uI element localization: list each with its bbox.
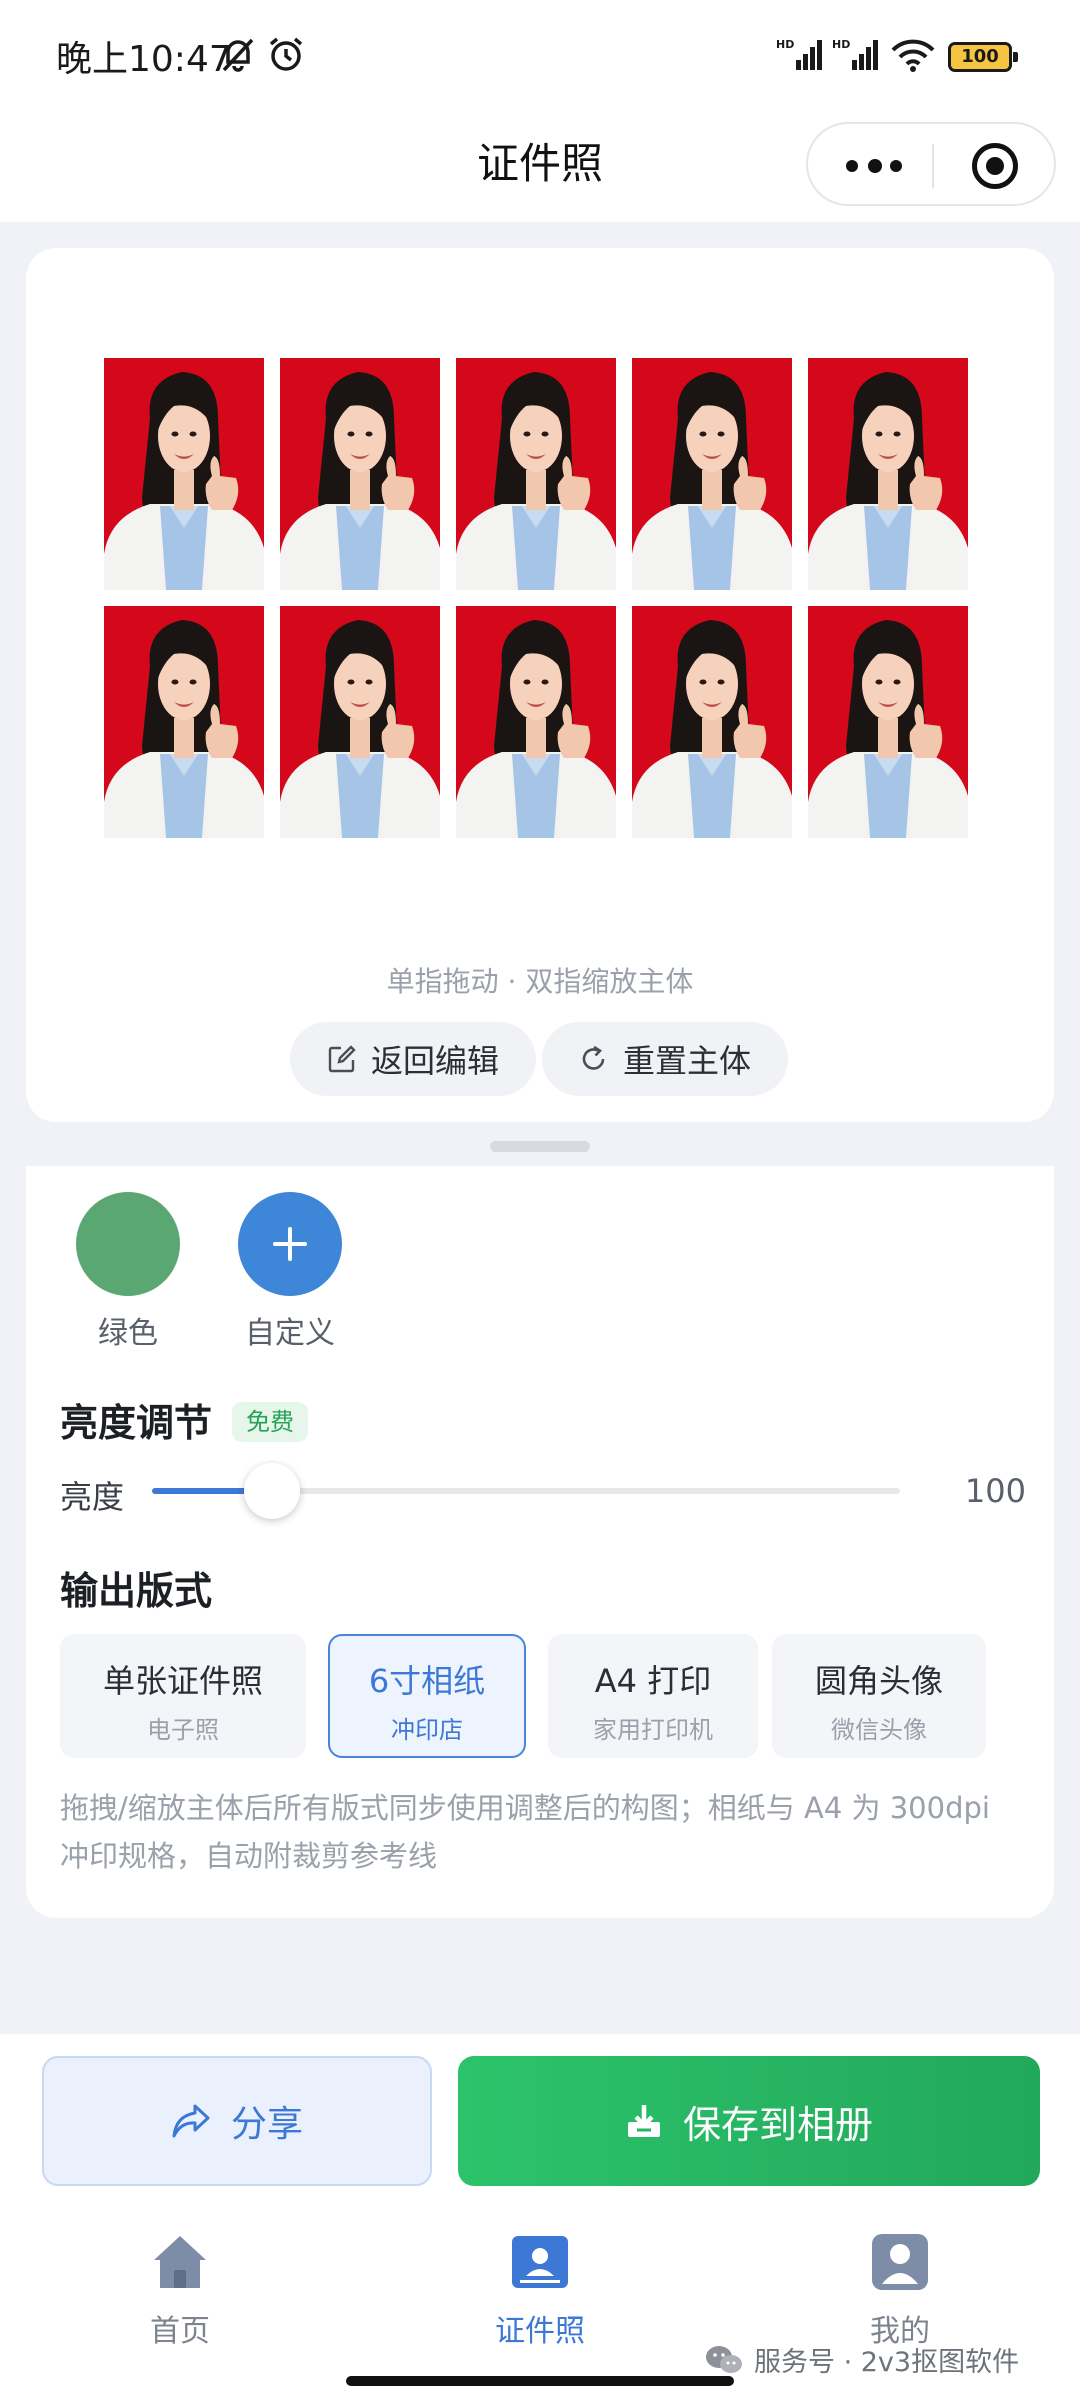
brightness-section-title: 亮度调节	[60, 1401, 213, 1445]
brightness-slider-thumb[interactable]	[243, 1463, 300, 1519]
id-photo-thumbnail	[456, 606, 616, 838]
tab-home[interactable]: 首页	[80, 2230, 280, 2350]
reset-subject-button[interactable]: 重置主体	[542, 1022, 788, 1096]
status-bar: 晚上10:47 HD HD 100	[0, 0, 1080, 110]
share-label: 分享	[230, 2104, 303, 2145]
id-photo-thumbnail	[808, 358, 968, 590]
color-swatch-label: 自定义	[245, 1316, 335, 1351]
format-subtitle: 家用打印机	[593, 1716, 713, 1744]
mini-program-capsule	[806, 122, 1056, 206]
refresh-icon	[582, 1045, 605, 1070]
id-photo-thumbnail	[632, 606, 792, 838]
id-photo-thumbnail	[104, 606, 264, 838]
output-note: 拖拽/缩放主体后所有版式同步使用调整后的构图；相纸与 A4 为 300dpi 冲…	[60, 1791, 990, 1873]
close-target-icon[interactable]	[972, 143, 1018, 189]
photo-sheet-preview[interactable]	[104, 358, 976, 848]
save-to-album-button[interactable]: 保存到相册	[458, 2056, 1040, 2186]
id-card-icon	[512, 2236, 568, 2288]
preview-card: 单指拖动 · 双指缩放主体 返回编辑 重置主体	[26, 248, 1054, 1122]
id-photo-thumbnail	[280, 606, 440, 838]
share-button[interactable]: 分享	[42, 2056, 432, 2186]
edit-icon	[328, 1045, 356, 1073]
gesture-hint: 单指拖动 · 双指缩放主体	[386, 965, 694, 998]
save-to-album-label: 保存到相册	[682, 2102, 873, 2147]
format-option-6inch[interactable]: 6寸相纸 冲印店	[328, 1634, 526, 1758]
format-option-a4[interactable]: A4 打印 家用打印机	[548, 1634, 758, 1758]
format-title: 6寸相纸	[368, 1662, 486, 1700]
wifi-icon	[891, 39, 935, 72]
home-icon	[154, 2236, 206, 2288]
color-swatch-custom-plus-icon[interactable]	[238, 1192, 342, 1296]
brightness-value: 100	[964, 1472, 1026, 1510]
id-photo-thumbnail	[280, 358, 440, 590]
alarm-icon	[269, 37, 303, 71]
back-to-edit-label: 返回编辑	[370, 1042, 499, 1080]
hd-signal-icon: HD	[832, 38, 878, 70]
tab-id-photo[interactable]: 证件照	[440, 2230, 640, 2350]
wechat-watermark: 服务号 · 2v3抠图软件	[704, 2340, 1019, 2379]
format-subtitle: 微信头像	[831, 1716, 927, 1744]
format-option-rounded-avatar[interactable]: 圆角头像 微信头像	[772, 1634, 986, 1758]
capsule-divider	[932, 144, 934, 188]
output-section-title: 输出版式	[60, 1569, 213, 1613]
share-icon	[172, 2104, 210, 2138]
hd-signal-icon: HD	[776, 38, 822, 70]
wechat-icon	[706, 2345, 742, 2373]
tab-label: 证件照	[495, 2314, 585, 2349]
svg-text:HD: HD	[776, 38, 794, 51]
status-time: 晚上10:47	[56, 39, 232, 80]
format-title: 单张证件照	[102, 1662, 263, 1700]
reset-subject-label: 重置主体	[622, 1042, 751, 1080]
watermark-text: 服务号 · 2v3抠图软件	[754, 2347, 1020, 2378]
settings-panel: 绿色 自定义 亮度调节 免费 亮度 100 输出版式 单张证件照 电子照 6寸相…	[26, 1166, 1054, 1918]
battery-icon: 100	[948, 42, 1018, 72]
format-subtitle: 电子照	[147, 1716, 219, 1744]
home-indicator	[346, 2376, 734, 2386]
back-to-edit-button[interactable]: 返回编辑	[290, 1022, 536, 1096]
id-photo-thumbnail	[808, 606, 968, 838]
panel-drag-handle[interactable]	[490, 1141, 590, 1152]
mute-bell-icon	[222, 38, 254, 72]
color-swatch-label: 绿色	[98, 1316, 158, 1351]
more-icon[interactable]	[846, 154, 902, 178]
brightness-label: 亮度	[60, 1478, 125, 1516]
format-subtitle: 冲印店	[391, 1716, 463, 1744]
id-photo-thumbnail	[632, 358, 792, 590]
format-title: A4 打印	[594, 1662, 712, 1700]
svg-text:HD: HD	[832, 38, 850, 51]
tab-me[interactable]: 我的	[800, 2230, 1000, 2350]
nav-bar: 证件照	[0, 110, 1080, 222]
brightness-slider[interactable]	[152, 1463, 900, 1519]
format-title: 圆角头像	[814, 1662, 943, 1700]
id-photo-thumbnail	[104, 358, 264, 590]
id-photo-thumbnail	[456, 358, 616, 590]
format-option-single[interactable]: 单张证件照 电子照	[60, 1634, 306, 1758]
free-badge: 免费	[232, 1402, 308, 1442]
user-icon	[872, 2234, 928, 2290]
download-icon	[627, 2105, 660, 2137]
color-swatch-green[interactable]	[76, 1192, 180, 1296]
tab-label: 首页	[150, 2314, 210, 2349]
